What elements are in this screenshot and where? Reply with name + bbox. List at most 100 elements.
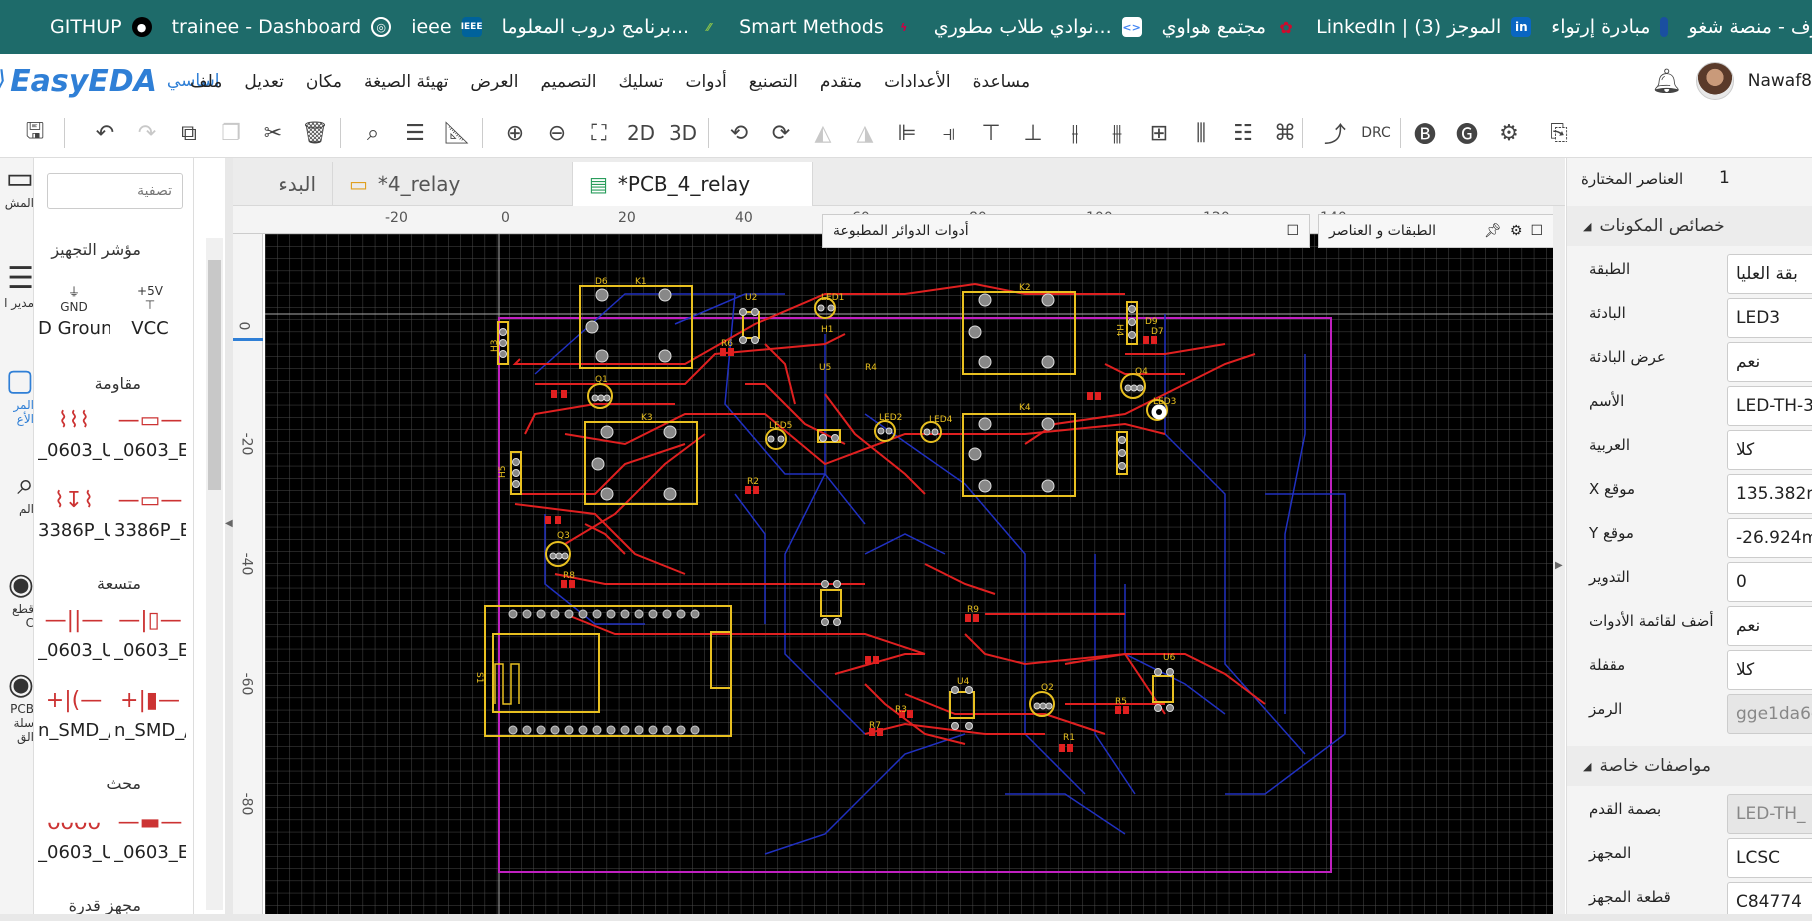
app-logo[interactable]: ⟩ EasyEDA اساسي — [0, 64, 219, 99]
drc-button[interactable]: DRC — [1356, 116, 1396, 150]
delete-icon[interactable]: 🗑︎ — [298, 116, 332, 150]
find-list-icon[interactable]: ☰ — [398, 116, 432, 150]
distribute-v-icon[interactable]: ☷ — [1226, 116, 1260, 150]
library-scrollbar-thumb[interactable] — [208, 260, 221, 490]
zoom-in-icon[interactable]: ⊕ — [498, 116, 532, 150]
pcb-order-icon[interactable]: ⚙ — [1492, 116, 1526, 150]
library-item-ground[interactable]: ⏚GND D Grounc — [38, 278, 110, 340]
rail-library[interactable]: ▢ المر الأع — [0, 364, 33, 427]
search-icon[interactable]: ⌕ — [356, 116, 390, 150]
name-input[interactable]: LED-TH-3 — [1727, 386, 1812, 426]
show-name-select[interactable]: كلا — [1727, 430, 1812, 470]
position-y-input[interactable]: -26.924m — [1727, 518, 1812, 558]
library-item-capacitor-eu[interactable]: —|▯— _0603_E — [114, 600, 186, 662]
export-icon[interactable]: ⎘ — [1542, 116, 1576, 150]
supplier-select[interactable]: LCSC — [1727, 838, 1812, 878]
group-icon[interactable]: ⌘ — [1268, 116, 1302, 150]
pin-icon[interactable]: 📌︎ — [1484, 223, 1502, 239]
library-item-vcc[interactable]: +5V ⊤ VCC — [114, 278, 186, 339]
menu-file[interactable]: ملف — [190, 72, 222, 92]
align-center-h-icon[interactable]: ⫲ — [1058, 116, 1092, 150]
duplicate-icon[interactable]: ⧉ — [172, 116, 206, 150]
tab-schematic[interactable]: ▭ *4_relay — [333, 162, 573, 206]
bookmark-trainee[interactable]: trainee - Dashboard ◎ — [172, 16, 412, 38]
library-item-resistor-us[interactable]: ⌇⌇⌇ _0603_U — [38, 400, 110, 462]
library-item-inductor[interactable]: ᴗᴗᴗᴗ _0603_U — [38, 802, 110, 864]
gerber-icon[interactable]: 🅖 — [1450, 116, 1484, 150]
bookmark-doroob[interactable]: برنامج دروب المعلوما... ⁄⁄ — [502, 16, 739, 38]
menu-place[interactable]: مكان — [306, 72, 342, 92]
view-2d-button[interactable]: 2D — [624, 116, 658, 150]
library-item-pot-us[interactable]: ⌇↧⌇ 3386P_U — [38, 480, 110, 542]
canvas-scrollbar[interactable]: ▶ — [1553, 206, 1565, 914]
bookmark-gdsc[interactable]: نوادي طلاب مطوري... <> — [934, 16, 1162, 38]
rotate-left-icon[interactable]: ⟲ — [722, 116, 756, 150]
menu-design[interactable]: التصميم — [540, 72, 596, 92]
tab-start[interactable]: البدء — [233, 162, 333, 206]
position-x-input[interactable]: 135.382m — [1727, 474, 1812, 514]
component-properties-header[interactable]: ◢ خصائص المكونات — [1567, 206, 1812, 246]
layer-select[interactable]: بقة العليا — [1727, 254, 1812, 294]
user-name[interactable]: Nawaf8 — [1748, 71, 1812, 91]
bookmark-ieee[interactable]: ieee IEEE — [411, 16, 501, 38]
distribute-h-icon[interactable]: ⫼ — [1184, 116, 1218, 150]
align-right-icon[interactable]: ⫣ — [932, 116, 966, 150]
custom-properties-header[interactable]: ◢ مواصفات خاصة — [1567, 746, 1812, 786]
menu-help[interactable]: مساعدة — [973, 72, 1030, 92]
menu-format[interactable]: تهيئة الصيغة — [364, 72, 448, 92]
library-item-resistor-eu[interactable]: —▭— _0603_E — [114, 400, 186, 462]
library-item-capacitor[interactable]: —||— _0603_U — [38, 600, 110, 662]
route-icon[interactable]: ⤴ — [1318, 116, 1352, 150]
align-grid-icon[interactable]: ⊞ — [1142, 116, 1176, 150]
menu-edit[interactable]: تعديل — [244, 72, 283, 92]
measure-icon[interactable]: 📐︎ — [440, 116, 474, 150]
bookmark-github[interactable]: GITHUP ● — [0, 16, 172, 38]
bookmark-huawei[interactable]: مجتمع هواوي ✿ — [1162, 16, 1316, 38]
align-bottom-icon[interactable]: ⊥ — [1016, 116, 1050, 150]
save-icon[interactable]: 🖫 — [18, 116, 52, 150]
align-top-icon[interactable]: ⊤ — [974, 116, 1008, 150]
library-item-pot-eu[interactable]: —▭— 3386P_E — [114, 480, 186, 542]
rail-search[interactable]: ⌕ الم — [0, 468, 33, 517]
layers-panel[interactable]: الطبقات و العناصر 📌︎ ⚙ ☐ — [1318, 214, 1554, 248]
maximize-icon[interactable]: ☐ — [1530, 223, 1543, 239]
bookmark-irtiwaa[interactable]: مبادرة إرتواء — [1551, 16, 1688, 38]
menu-view[interactable]: العرض — [470, 72, 518, 92]
library-item-electrolytic-eu[interactable]: +|▮— n_SMD_/ — [114, 680, 186, 742]
zoom-out-icon[interactable]: ⊖ — [540, 116, 574, 150]
prefix-input[interactable]: LED3 — [1727, 298, 1812, 338]
pcb-canvas[interactable]: D6 K1 U2 LED1 H1 K2 H4 D9 D7 H3 R6 Q1 K3… — [265, 234, 1565, 914]
avatar[interactable] — [1695, 62, 1734, 100]
undo-icon[interactable]: ↶ — [88, 116, 122, 150]
menu-advanced[interactable]: متقدم — [820, 72, 862, 92]
add-to-bom-select[interactable]: نعم — [1727, 606, 1812, 646]
align-left-icon[interactable]: ⊫ — [890, 116, 924, 150]
bookmark-linkedin[interactable]: LinkedIn | (3) الموجز in — [1316, 16, 1551, 38]
bookmark-smart-methods[interactable]: Smart Methods ϟ — [739, 16, 934, 38]
maximize-icon[interactable]: ☐ — [1286, 223, 1299, 239]
panel-splitter[interactable]: ◀ — [225, 158, 233, 921]
tab-pcb[interactable]: ▤ *PCB_4_relay — [573, 162, 813, 206]
bell-icon[interactable]: 🔔︎ — [1651, 67, 1681, 95]
align-center-v-icon[interactable]: ⫵ — [1100, 116, 1134, 150]
rail-project[interactable]: ▭ المش — [0, 162, 33, 211]
fit-view-icon[interactable]: ⛶ — [582, 116, 616, 150]
bookmark-shaghoof[interactable]: شغوف - منصة شغو... — [1688, 16, 1812, 38]
menu-fabrication[interactable]: التصنيع — [749, 72, 798, 92]
rail-lcsc-parts[interactable]: ◉ قطع C — [0, 568, 33, 631]
view-3d-button[interactable]: 3D — [666, 116, 700, 150]
cut-icon[interactable]: ✂ — [256, 116, 290, 150]
menu-route[interactable]: تسليك — [619, 72, 664, 92]
library-item-electrolytic[interactable]: +|(— n_SMD_/ — [38, 680, 110, 742]
library-filter-input[interactable] — [47, 173, 183, 209]
library-item-inductor-eu[interactable]: —▬— _0603_E — [114, 802, 186, 864]
menu-settings[interactable]: الأعدادات — [884, 72, 951, 92]
rail-design-manager[interactable]: ☰ مدير ا — [0, 262, 33, 311]
rail-pcb-order[interactable]: ◉ PCB سلة الق — [0, 668, 33, 745]
gear-icon[interactable]: ⚙ — [1510, 223, 1523, 239]
rotate-right-icon[interactable]: ⟳ — [764, 116, 798, 150]
pcb-tools-panel[interactable]: أدوات الدوائر المطبوعة ☐ — [822, 214, 1310, 248]
menu-tools[interactable]: أدوات — [686, 72, 727, 92]
show-prefix-select[interactable]: نعم — [1727, 342, 1812, 382]
rotation-input[interactable]: 0 — [1727, 562, 1812, 602]
